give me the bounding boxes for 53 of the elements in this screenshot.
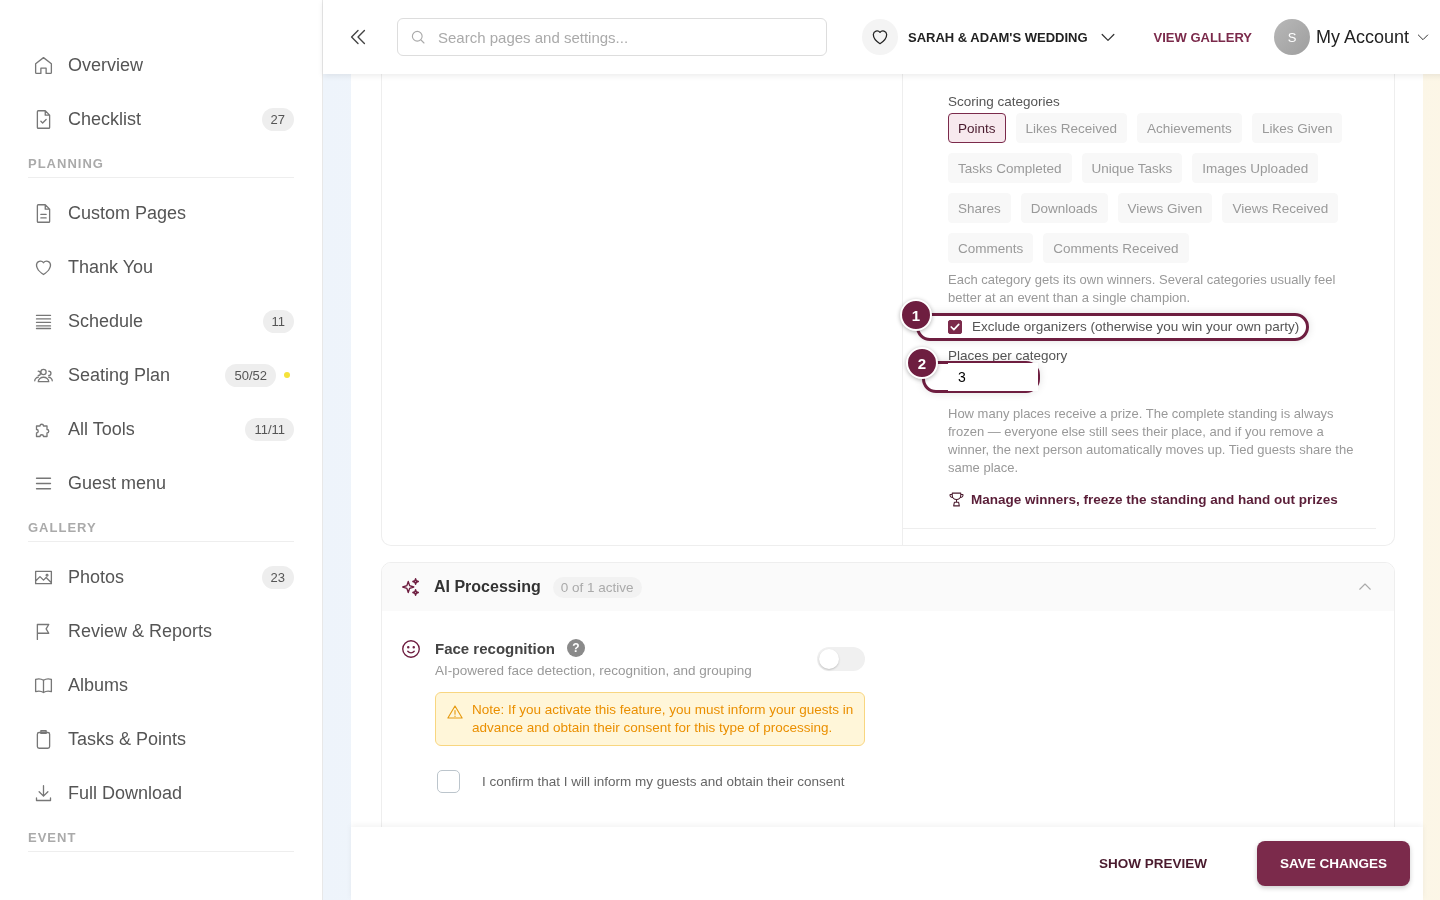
manage-winners-link[interactable]: Manage winners, freeze the standing and hand out prizes — [971, 492, 1338, 507]
sidebar-item[interactable]: Overview — [28, 38, 322, 92]
section-header[interactable]: AI Processing 0 of 1 active — [382, 563, 1395, 611]
status-badge: 0 of 1 active — [552, 576, 642, 598]
step-number-badge: 1 — [900, 299, 932, 331]
sidebar-item[interactable]: Photos 23 — [28, 550, 322, 604]
trophy-icon — [948, 491, 965, 508]
count-badge: 50/52 — [225, 363, 276, 387]
warning-icon — [446, 703, 464, 721]
feature-title: Face recognition — [435, 639, 556, 657]
checkbox[interactable] — [948, 319, 962, 334]
sidebar-item[interactable]: Albums — [28, 658, 322, 712]
checkbox-label: I confirm that I will inform my guests and obtain their consent — [482, 774, 845, 789]
sparkles-icon — [400, 576, 422, 598]
section-title: AI Processing — [434, 578, 541, 596]
field-label: Scoring categories — [948, 94, 1061, 109]
count-badge: 11 — [262, 309, 294, 333]
sidebar-item[interactable]: Schedule 11 — [28, 294, 322, 348]
smiley-icon — [400, 638, 422, 660]
count-badge: 27 — [261, 107, 294, 131]
sidebar-item[interactable]: All Tools 11/11 — [28, 402, 322, 456]
section-heading: GALLERY — [28, 510, 294, 542]
event-selector[interactable]: SARAH & ADAM'S WEDDING — [908, 29, 1088, 45]
count-badge: 11/11 — [245, 417, 294, 441]
account-menu[interactable]: My Account — [1316, 26, 1410, 48]
sidebar-item[interactable]: Tasks & Points — [28, 712, 322, 766]
view-gallery-link[interactable]: VIEW GALLERY — [1153, 29, 1253, 45]
section-heading: PLANNING — [28, 146, 294, 178]
sidebar-item[interactable]: Review & Reports — [28, 604, 322, 658]
save-changes-button[interactable]: SAVE CHANGES — [1257, 841, 1411, 886]
search-icon — [409, 28, 427, 46]
count-badge: 23 — [261, 565, 294, 589]
sidebar-item[interactable]: Seating Plan 50/52 — [28, 348, 322, 402]
toggle-switch[interactable] — [817, 646, 865, 671]
search-field[interactable]: Search pages and settings... — [397, 18, 827, 56]
show-preview-button[interactable]: SHOW PREVIEW — [1089, 846, 1218, 881]
sidebar-item[interactable]: Checklist 27 — [28, 92, 322, 146]
download-icon — [33, 782, 54, 804]
help-text: How many places receive a prize. The complete standing is always frozen — everyone else still sees their place, and if you remove a winner, the next person automatically moves up. Tied guests share the same place. — [948, 405, 1355, 477]
feature-description: AI-powered face detection, recognition, and grouping — [435, 663, 752, 678]
sidebar-item[interactable]: Thank You — [28, 240, 322, 294]
number-field[interactable]: 3 — [948, 363, 1038, 391]
checkbox-row[interactable]: Exclude organizers (otherwise you win your own party) — [948, 319, 1300, 334]
section-heading: EVENT — [28, 820, 294, 852]
field-label: Places per category — [948, 348, 1069, 363]
step-number-badge: 2 — [906, 347, 938, 379]
warning-text: Note: If you activate this feature, you must inform your guests in advance and obtain their consent for this type of processing. — [472, 701, 855, 737]
sidebar-item[interactable]: Custom Pages — [28, 186, 322, 240]
help-text: Each category gets its own winners. Several categories usually feel better at an event than a single champion. — [948, 271, 1337, 307]
home-icon — [33, 54, 54, 76]
category-chip[interactable]: Points — [948, 113, 1006, 143]
sidebar-item[interactable]: Full Download — [28, 766, 322, 820]
sidebar-item[interactable]: Guest menu — [28, 456, 322, 510]
